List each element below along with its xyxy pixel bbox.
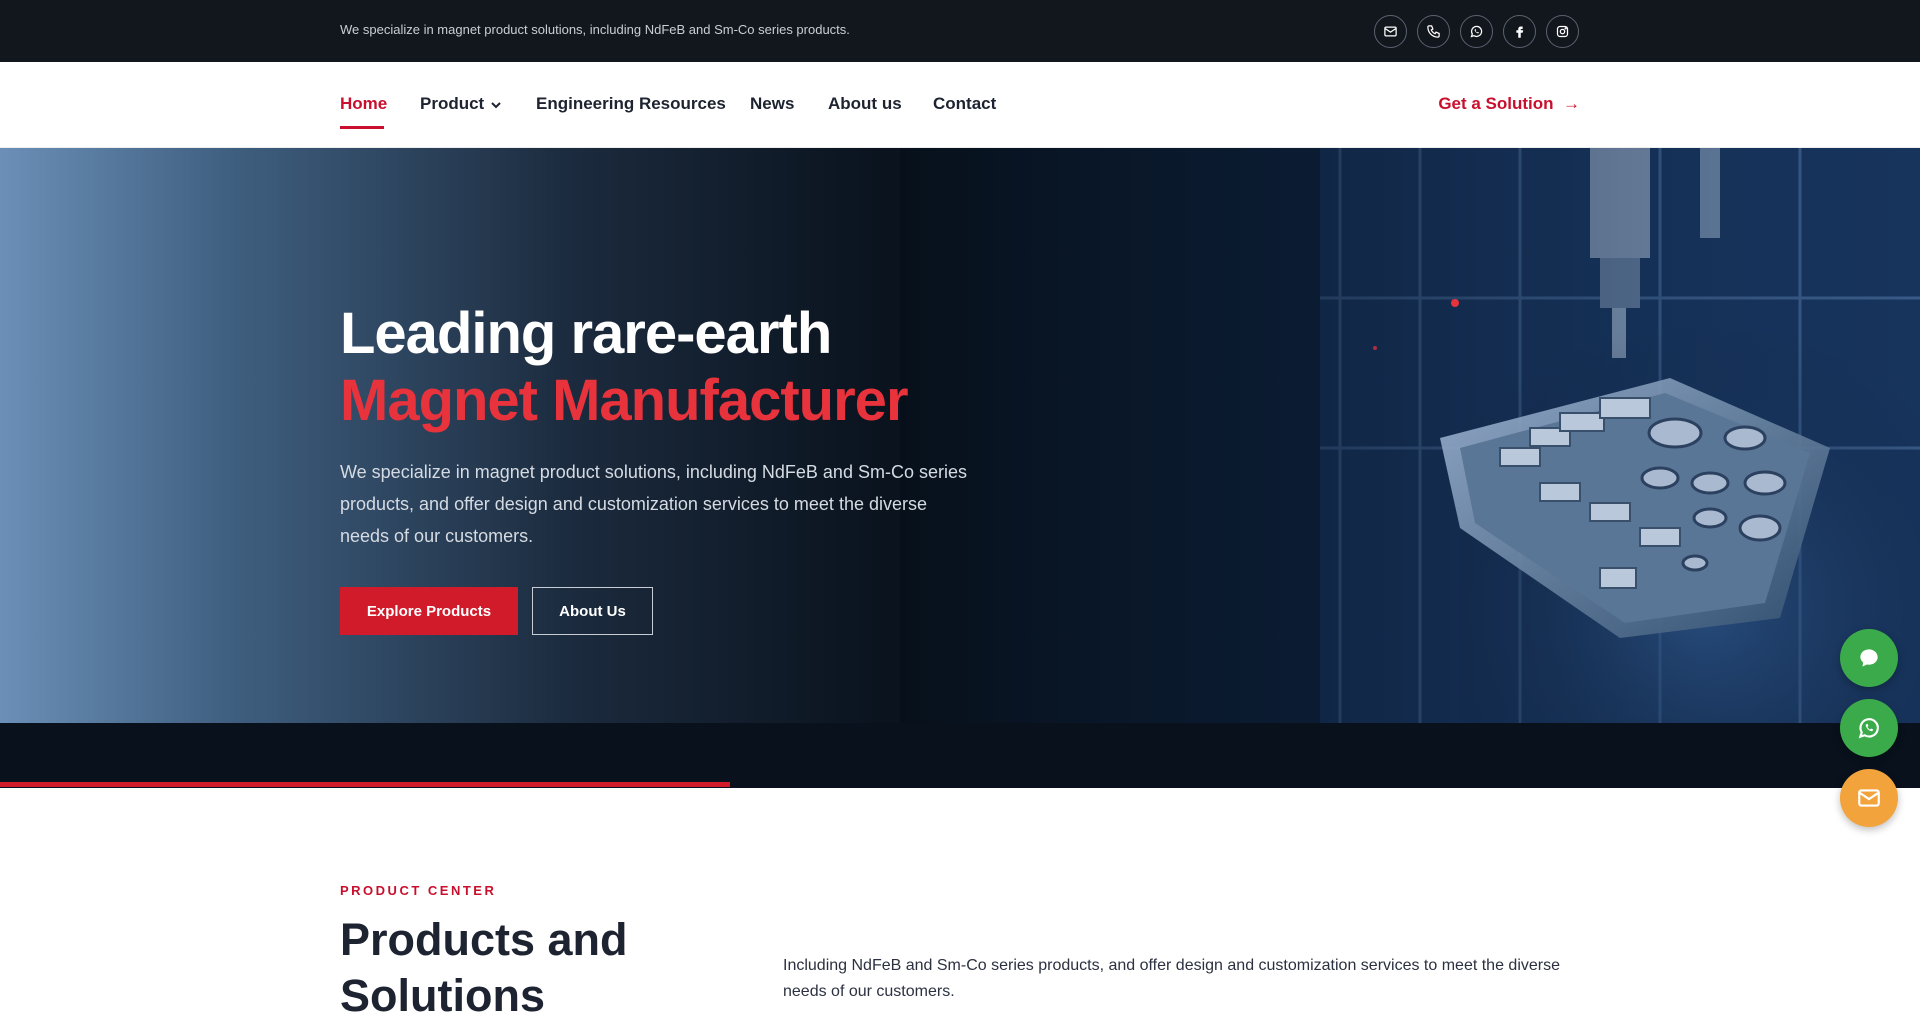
get-solution-button[interactable]: Get a Solution → [1438, 94, 1580, 114]
explore-products-button[interactable]: Explore Products [340, 587, 518, 635]
hero-banner: Leading rare-earth Magnet Manufacturer W… [0, 148, 1920, 788]
section-eyebrow: PRODUCT CENTER [340, 883, 497, 898]
chat-button[interactable] [1840, 629, 1898, 687]
arrow-right-icon: → [1563, 94, 1580, 113]
whatsapp-button[interactable] [1840, 699, 1898, 757]
hero-slide-progress [0, 782, 730, 787]
hero-description: We specialize in magnet product solution… [340, 462, 967, 546]
chat-icon [1860, 649, 1878, 667]
nav-item-about-us[interactable]: About us [828, 94, 902, 114]
phone-icon[interactable] [1417, 15, 1450, 48]
whatsapp-icon[interactable] [1460, 15, 1493, 48]
chevron-down-icon [491, 101, 501, 108]
whatsapp-icon [1858, 718, 1879, 739]
hero-factory-image [900, 148, 1920, 723]
about-us-button[interactable]: About Us [532, 587, 653, 635]
active-nav-indicator [340, 126, 384, 129]
nav-item-product[interactable]: Product [420, 94, 502, 114]
hero-title-line-1: Leading rare-earth [340, 301, 832, 366]
hero-title-line-2: Magnet Manufacturer [340, 368, 909, 433]
nav-item-news[interactable]: News [750, 94, 794, 114]
hero-bottom-band [0, 723, 1920, 788]
nav-item-product-label: Product [420, 94, 485, 113]
get-solution-label: Get a Solution [1438, 94, 1554, 113]
mail-button[interactable] [1840, 769, 1898, 827]
top-bar: We specialize in magnet product solution… [0, 0, 1920, 62]
mail-icon [1858, 789, 1880, 807]
section-description: Including NdFeB and Sm-Co series product… [783, 957, 1560, 1000]
nav-item-contact[interactable]: Contact [933, 94, 996, 114]
nav-item-engineering-resources[interactable]: Engineering Resources [536, 94, 726, 114]
instagram-icon[interactable] [1546, 15, 1579, 48]
section-title: Products and Solutions [340, 914, 628, 1021]
main-nav: Home Product Engineering Resources News … [0, 62, 1920, 148]
nav-item-home[interactable]: Home [340, 94, 387, 114]
mail-icon[interactable] [1374, 15, 1407, 48]
facebook-icon[interactable] [1503, 15, 1536, 48]
top-bar-tagline: We specialize in magnet product solution… [340, 22, 850, 37]
